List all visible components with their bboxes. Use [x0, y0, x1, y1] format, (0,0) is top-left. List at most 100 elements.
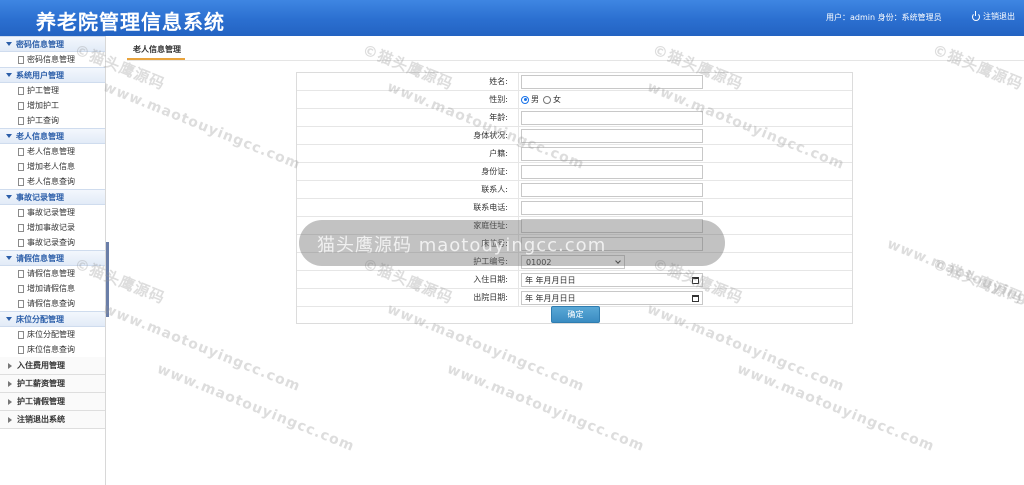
watermark: www.maotouyingcc.com — [884, 235, 1024, 331]
sidebar-item-nurse-manage[interactable]: 护工管理 — [0, 83, 105, 98]
contact-input[interactable] — [521, 183, 703, 197]
idcard-input[interactable] — [521, 165, 703, 179]
document-icon — [18, 162, 24, 171]
age-input[interactable] — [521, 111, 703, 125]
sidebar-item-bed-query[interactable]: 床位信息查询 — [0, 342, 105, 357]
elderly-form: 姓名: 性别: 男 女 年龄: 身体状况: 户籍: 身份证: 联系人: 联系电话… — [296, 72, 853, 324]
field-label: 家庭住址: — [297, 217, 519, 235]
watermark: ©猫头鹰源码 — [929, 40, 1024, 94]
caret-right-icon — [8, 416, 12, 423]
gender-radio-group: 男 女 — [521, 94, 561, 105]
tab-elderly-manage[interactable]: 老人信息管理 — [127, 43, 185, 60]
document-icon — [18, 208, 24, 217]
form-row-checkout: 出院日期: 年 年月月日日 — [297, 289, 852, 307]
document-icon — [18, 101, 24, 110]
form-row-hukou: 户籍: — [297, 145, 852, 163]
sidebar-scrollbar[interactable] — [106, 242, 109, 317]
field-label: 身份证: — [297, 163, 519, 181]
address-input[interactable] — [521, 219, 703, 233]
gender-male-radio[interactable] — [521, 95, 529, 104]
caret-right-icon — [8, 362, 12, 369]
user-info: 用户：admin 身份：系统管理员 — [826, 13, 942, 22]
submit-button[interactable]: 确定 — [551, 306, 600, 323]
checkout-date-value: 年 年月月日日 — [525, 293, 576, 303]
document-icon — [18, 116, 24, 125]
sidebar-item-bed-manage[interactable]: 床位分配管理 — [0, 327, 105, 342]
sidebar-group-fees[interactable]: 入住费用管理 — [0, 357, 105, 375]
hukou-input[interactable] — [521, 147, 703, 161]
sidebar-item-add-leave[interactable]: 增加请假信息 — [0, 281, 105, 296]
tab-divider — [127, 60, 1024, 61]
form-row-contact: 联系人: — [297, 181, 852, 199]
checkin-date-value: 年 年月月日日 — [525, 275, 576, 285]
field-label: 联系人: — [297, 181, 519, 199]
phone-input[interactable] — [521, 201, 703, 215]
sidebar-group-password[interactable]: 密码信息管理 — [0, 36, 105, 52]
watermark: www.maotouyingcc.com — [444, 360, 647, 456]
nurse-select[interactable]: 01002 — [521, 255, 625, 269]
form-row-checkin: 入住日期: 年 年月月日日 — [297, 271, 852, 289]
sidebar-item-add-accident[interactable]: 增加事故记录 — [0, 220, 105, 235]
sidebar-group-bed[interactable]: 床位分配管理 — [0, 311, 105, 327]
form-row-phone: 联系电话: — [297, 199, 852, 217]
form-row-idcard: 身份证: — [297, 163, 852, 181]
logout-link[interactable]: 注销退出 — [972, 11, 1015, 22]
form-row-address: 家庭住址: — [297, 217, 852, 235]
gender-male-label: 男 — [531, 95, 539, 104]
caret-down-icon — [6, 134, 12, 138]
sidebar-item-accident-query[interactable]: 事故记录查询 — [0, 235, 105, 250]
gender-female-label: 女 — [553, 95, 561, 104]
form-row-age: 年龄: — [297, 109, 852, 127]
document-icon — [18, 147, 24, 156]
power-icon — [972, 11, 980, 21]
health-input[interactable] — [521, 129, 703, 143]
gender-female-radio[interactable] — [543, 95, 551, 104]
sidebar-item-leave-query[interactable]: 请假信息查询 — [0, 296, 105, 311]
sidebar-group-logout[interactable]: 注销退出系统 — [0, 411, 105, 429]
sidebar-group-accident[interactable]: 事故记录管理 — [0, 189, 105, 205]
sidebar-group-salary[interactable]: 护工薪资管理 — [0, 375, 105, 393]
field-label: 户籍: — [297, 145, 519, 163]
caret-down-icon — [6, 73, 12, 77]
name-input[interactable] — [521, 75, 703, 89]
document-icon — [18, 299, 24, 308]
field-label: 姓名: — [297, 73, 519, 91]
sidebar-item-accident-manage[interactable]: 事故记录管理 — [0, 205, 105, 220]
checkin-date-input[interactable]: 年 年月月日日 — [521, 273, 703, 287]
calendar-icon[interactable] — [692, 276, 699, 284]
calendar-icon[interactable] — [692, 294, 699, 302]
sidebar-item-leave-manage[interactable]: 请假信息管理 — [0, 266, 105, 281]
chevron-down-icon — [615, 258, 621, 264]
document-icon — [18, 330, 24, 339]
sidebar-item-add-elderly[interactable]: 增加老人信息 — [0, 159, 105, 174]
sidebar-item-elderly-manage[interactable]: 老人信息管理 — [0, 144, 105, 159]
sidebar-item-elderly-query[interactable]: 老人信息查询 — [0, 174, 105, 189]
sidebar-item-nurse-query[interactable]: 护工查询 — [0, 113, 105, 128]
caret-right-icon — [8, 380, 12, 387]
sidebar-group-nurse-leave[interactable]: 护工请假管理 — [0, 393, 105, 411]
document-icon — [18, 238, 24, 247]
form-row-bed: 床位号: — [297, 235, 852, 253]
document-icon — [18, 86, 24, 95]
sidebar-group-leave[interactable]: 请假信息管理 — [0, 250, 105, 266]
sidebar-group-users[interactable]: 系统用户管理 — [0, 67, 105, 83]
sidebar-item-password-manage[interactable]: 密码信息管理 — [0, 52, 105, 67]
field-label: 护工编号: — [297, 253, 519, 271]
document-icon — [18, 345, 24, 354]
watermark: www.maotouyingcc.com — [154, 360, 357, 456]
logout-label: 注销退出 — [983, 12, 1015, 21]
sidebar-group-elderly[interactable]: 老人信息管理 — [0, 128, 105, 144]
checkout-date-input[interactable]: 年 年月月日日 — [521, 291, 703, 305]
document-icon — [18, 223, 24, 232]
app-header: 养老院管理信息系统 用户：admin 身份：系统管理员 注销退出 — [0, 0, 1024, 36]
form-row-gender: 性别: 男 女 — [297, 91, 852, 109]
field-label: 入住日期: — [297, 271, 519, 289]
field-label: 年龄: — [297, 109, 519, 127]
watermark: www.maotouyingcc.com — [100, 78, 303, 174]
document-icon — [18, 284, 24, 293]
field-label: 出院日期: — [297, 289, 519, 307]
bed-input[interactable] — [521, 237, 703, 251]
watermark: ©猫头鹰源码 — [929, 254, 1024, 308]
field-label: 联系电话: — [297, 199, 519, 217]
sidebar-item-add-nurse[interactable]: 增加护工 — [0, 98, 105, 113]
